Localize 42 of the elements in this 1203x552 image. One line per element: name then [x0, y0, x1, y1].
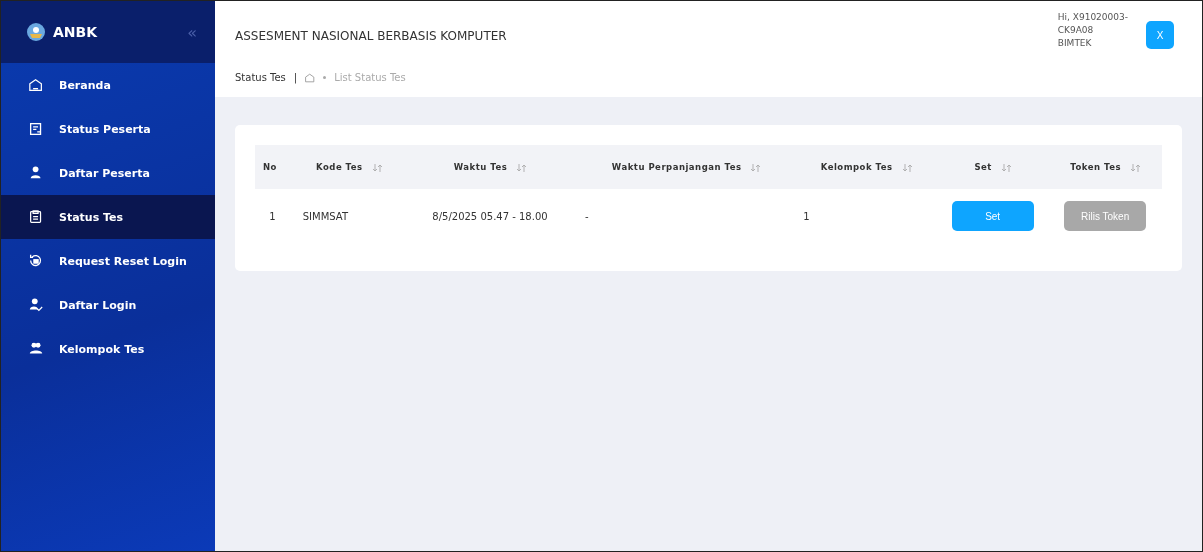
sort-icon[interactable] [902, 163, 912, 172]
sidebar-item[interactable]: Status Tes [1, 195, 215, 239]
home-icon [29, 78, 43, 92]
sort-icon[interactable] [751, 163, 761, 172]
sidebar-item[interactable]: Daftar Peserta [1, 151, 215, 195]
sidebar-item[interactable]: Beranda [1, 63, 215, 107]
column-header: No [255, 145, 295, 189]
table-cell: SIMMSAT [294, 189, 403, 243]
sidebar-item[interactable]: Daftar Login [1, 283, 215, 327]
user-info: Hi, X91020003- [1057, 11, 1128, 24]
logo-icon [27, 23, 45, 41]
sort-icon[interactable] [517, 163, 527, 172]
column-header[interactable]: Waktu Perpanjangan Tes [577, 145, 796, 189]
user-info: CK9A08 [1057, 24, 1095, 37]
column-header[interactable]: Kelompok Tes [795, 145, 937, 189]
brand-name: ANBK [53, 24, 99, 40]
table-cell: 1 [795, 189, 937, 243]
dot-icon [323, 76, 327, 79]
clipboard-icon [29, 210, 43, 224]
page-title: ASSESMENT NASIONAL BERBASIS KOMPUTER [235, 28, 508, 43]
person-icon [29, 166, 43, 180]
table-cell: - [577, 189, 796, 243]
sidebar-item[interactable]: Kelompok Tes [1, 327, 215, 371]
column-header[interactable]: Waktu Tes [402, 145, 578, 189]
sidebar-item[interactable]: Status Peserta [1, 107, 215, 151]
user-info: BIMTEK [1057, 37, 1093, 50]
user-check-icon [29, 298, 43, 312]
people-icon [29, 342, 43, 356]
table-cell: 1 [255, 189, 295, 243]
sort-icon[interactable] [1001, 163, 1011, 172]
home-icon[interactable] [305, 72, 316, 83]
breadcrumb-separator: | [293, 72, 298, 83]
sidebar-item[interactable]: Request Reset Login [1, 239, 215, 283]
sort-icon[interactable] [1131, 163, 1140, 172]
column-header[interactable]: Set [936, 145, 1049, 189]
lock-icon [29, 254, 43, 268]
sort-icon[interactable] [372, 163, 382, 172]
breadcrumb-title: Status Tes [235, 72, 286, 83]
column-header[interactable]: Token Tes [1048, 145, 1162, 189]
clipboard-icon [29, 122, 43, 136]
table-cell: 8/5/2025 05.47 - 18.00 [402, 189, 578, 243]
column-header[interactable]: Kode Tes [294, 145, 403, 189]
